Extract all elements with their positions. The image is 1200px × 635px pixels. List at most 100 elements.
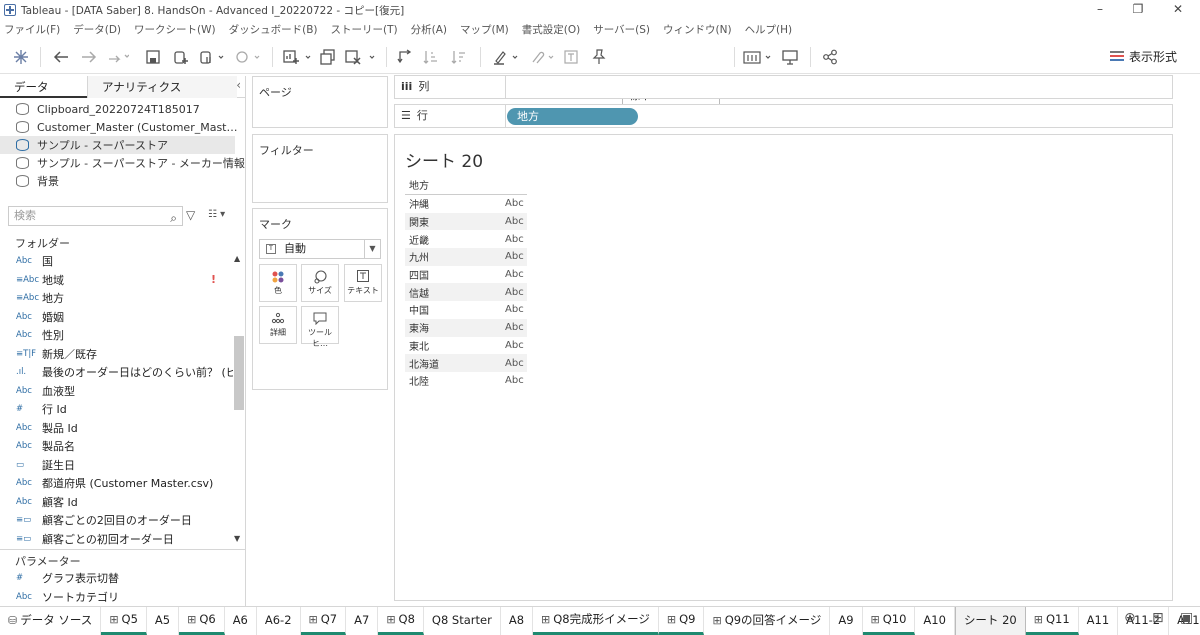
rows-shelf[interactable]: ☰ 行 地方 xyxy=(394,104,1173,128)
field-item[interactable]: ▭ 誕生日 xyxy=(0,456,233,475)
new-datasource-icon[interactable] xyxy=(172,48,190,66)
pages-card[interactable]: ページ xyxy=(252,76,388,128)
sheet-tab[interactable]: A9 xyxy=(830,606,863,635)
sheet-tab[interactable]: ⊞ Q10 xyxy=(862,606,916,635)
filters-card[interactable]: フィルター xyxy=(252,134,388,203)
table-row[interactable]: 北陸 Abc xyxy=(405,372,527,390)
field-item[interactable]: ≡▭ 顧客ごとの初回オーダー日 xyxy=(0,530,233,547)
swap-rows-columns-icon[interactable] xyxy=(396,48,414,66)
field-item[interactable]: Abc 顧客 Id xyxy=(0,493,233,512)
sort-ascending-icon[interactable] xyxy=(422,48,440,66)
field-item[interactable]: Abc 製品 Id xyxy=(0,419,233,438)
field-list-scrollbar[interactable]: ▲ ▼ xyxy=(233,252,245,546)
new-dashboard-tab-icon[interactable]: ⊞ xyxy=(1152,610,1164,626)
table-row[interactable]: 東海 Abc xyxy=(405,318,527,337)
field-item[interactable]: .ıl. 最後のオーダー日はどのくらい前？ (ビン) xyxy=(0,363,233,382)
sheet-tab[interactable]: A5 xyxy=(147,606,180,635)
table-row[interactable]: 信越 Abc xyxy=(405,283,527,302)
sheet-tab[interactable]: ⊞ Q9の回答イメージ xyxy=(704,606,831,635)
pause-updates-icon[interactable] xyxy=(198,48,228,66)
replay-icon[interactable] xyxy=(106,48,130,66)
table-row[interactable]: 沖縄 Abc xyxy=(405,195,527,213)
field-item[interactable]: ≡Abc 地域! xyxy=(0,271,233,290)
sheet-tab[interactable]: A6-2 xyxy=(257,606,301,635)
datasource-tab[interactable]: ⛁ データ ソース xyxy=(0,606,102,635)
sheet-tab[interactable]: A8 xyxy=(501,606,534,635)
search-input[interactable]: 検索 ⌕ xyxy=(8,206,183,226)
detail-button[interactable]: 詳細 xyxy=(259,306,297,344)
menu-file[interactable]: ファイル(F) xyxy=(4,22,60,37)
sheet-tab[interactable]: ⊞ Q8完成形イメージ xyxy=(533,606,659,635)
table-row[interactable]: 近畿 Abc xyxy=(405,230,527,248)
sheet-tab[interactable]: ⊞ Q5 xyxy=(101,606,147,635)
menu-data[interactable]: データ(D) xyxy=(73,22,121,37)
text-button[interactable]: テキスト xyxy=(344,264,382,302)
sheet-tab[interactable]: A7 xyxy=(346,606,379,635)
color-button[interactable]: 色 xyxy=(259,264,297,302)
presentation-mode-icon[interactable] xyxy=(780,48,800,66)
view-options-icon[interactable]: ☷ ▾ xyxy=(208,209,225,220)
scrollbar-thumb[interactable] xyxy=(234,336,244,410)
table-row[interactable]: 関東 Abc xyxy=(405,212,527,231)
show-me-button[interactable]: 表示形式 xyxy=(1110,48,1177,65)
menu-help[interactable]: ヘルプ(H) xyxy=(745,22,793,37)
sheet-tab[interactable]: A6 xyxy=(225,606,257,635)
field-item[interactable]: Abc 製品名 xyxy=(0,437,233,456)
sheet-tab[interactable]: ⊞ Q9 xyxy=(658,606,705,635)
chevron-down-icon[interactable]: ▼ xyxy=(234,534,240,543)
fix-axes-pin-icon[interactable] xyxy=(590,48,608,66)
datasource-item-selected[interactable]: サンプル - スーパーストア xyxy=(0,136,235,154)
rows-pill-region[interactable]: 地方 xyxy=(507,108,638,125)
field-item[interactable]: Abc 性別 xyxy=(0,326,233,345)
new-worksheet-tab-icon[interactable]: ⊕ xyxy=(1124,610,1136,626)
redo-icon[interactable] xyxy=(80,48,98,66)
table-row[interactable]: 東北 Abc xyxy=(405,337,527,355)
menu-format[interactable]: 書式設定(O) xyxy=(522,22,580,37)
highlight-icon[interactable] xyxy=(492,48,522,66)
sheet-tab[interactable]: ⊞ Q8 xyxy=(378,606,424,635)
field-item[interactable]: Abc 血液型 xyxy=(0,382,233,401)
show-hide-cards-icon[interactable] xyxy=(742,48,774,66)
clear-sheet-icon[interactable] xyxy=(344,48,378,66)
menu-map[interactable]: マップ(M) xyxy=(460,22,509,37)
datasource-item[interactable]: Customer_Master (Customer_Mast… xyxy=(0,118,245,136)
menu-server[interactable]: サーバー(S) xyxy=(593,22,650,37)
menu-story[interactable]: ストーリー(T) xyxy=(331,22,398,37)
new-story-tab-icon[interactable]: ▣ xyxy=(1180,610,1193,626)
field-item[interactable]: ≡Abc 地方 xyxy=(0,289,233,308)
filter-icon[interactable]: ▽ xyxy=(186,208,195,222)
close-button[interactable]: ✕ xyxy=(1160,0,1196,20)
minimize-button[interactable]: – xyxy=(1082,0,1118,20)
size-button[interactable]: サイズ xyxy=(301,264,339,302)
field-item[interactable]: ≡▭ 顧客ごとの2回目のオーダー日 xyxy=(0,511,233,530)
group-members-icon[interactable] xyxy=(528,48,558,66)
table-row[interactable]: 北海道 Abc xyxy=(405,354,527,372)
field-item[interactable]: Abc 都道府県 (Customer Master.csv) xyxy=(0,474,233,493)
refresh-icon[interactable] xyxy=(232,48,264,66)
sort-descending-icon[interactable] xyxy=(450,48,468,66)
table-row[interactable]: 四国 Abc xyxy=(405,266,527,284)
menu-analysis[interactable]: 分析(A) xyxy=(411,22,447,37)
sheet-tab-active[interactable]: シート 20 xyxy=(954,606,1026,635)
table-row[interactable]: 中国 Abc xyxy=(405,301,527,319)
maximize-button[interactable]: ❐ xyxy=(1120,0,1156,20)
tableau-logo-icon[interactable] xyxy=(12,48,30,66)
sheet-tab[interactable]: A10 xyxy=(915,606,955,635)
table-row[interactable]: 九州 Abc xyxy=(405,248,527,266)
table-header[interactable]: 地方 xyxy=(405,179,527,195)
menu-window[interactable]: ウィンドウ(N) xyxy=(663,22,732,37)
field-item[interactable]: # 行 Id xyxy=(0,400,233,419)
menu-dashboard[interactable]: ダッシュボード(B) xyxy=(229,22,318,37)
field-item[interactable]: Abc 婚姻 xyxy=(0,308,233,327)
datasource-item[interactable]: サンプル - スーパーストア - メーカー情報 (… xyxy=(0,154,245,172)
sheet-tab[interactable]: ⊞ Q7 xyxy=(300,606,347,635)
sheet-tab[interactable]: A11 xyxy=(1079,606,1119,635)
sheet-tab[interactable]: Q8 Starter xyxy=(424,606,501,635)
sheet-tab[interactable]: ⊞ Q6 xyxy=(179,606,225,635)
mark-type-select[interactable]: T 自動 ▼ xyxy=(259,239,381,259)
save-icon[interactable] xyxy=(144,48,162,66)
sheet-tab[interactable]: ⊞ Q11 xyxy=(1025,606,1079,635)
duplicate-sheet-icon[interactable] xyxy=(318,48,338,66)
undo-icon[interactable] xyxy=(52,48,70,66)
field-item[interactable]: ≡T|F 新規／既存 xyxy=(0,345,233,364)
